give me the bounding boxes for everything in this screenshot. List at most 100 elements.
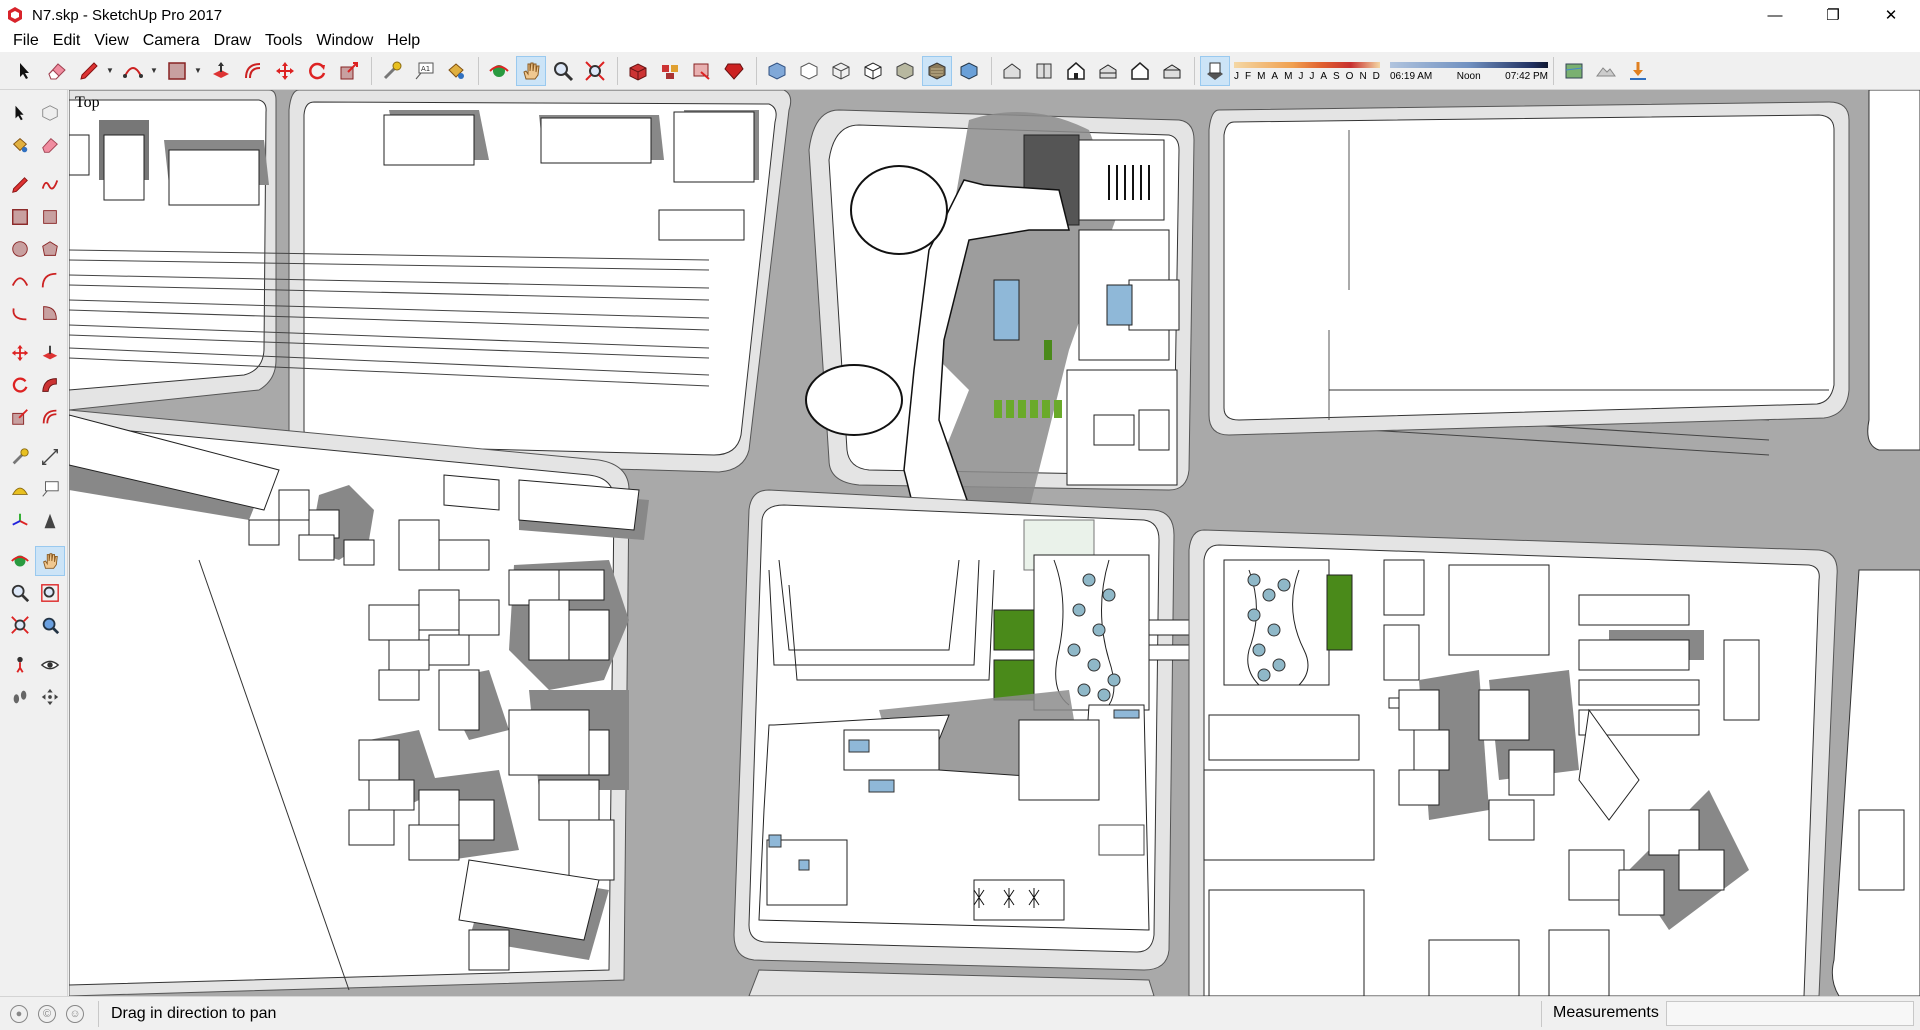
view-label: Top <box>75 94 100 111</box>
rotated-rectangle-tool[interactable] <box>35 202 65 232</box>
move-tool-button[interactable] <box>270 56 300 86</box>
arc-dropdown[interactable]: ▼ <box>150 56 158 86</box>
right-view-button[interactable] <box>1093 56 1123 86</box>
paint-bucket-tool[interactable] <box>5 130 35 160</box>
arc-tool[interactable] <box>5 266 35 296</box>
tape-measure-tool[interactable] <box>5 442 35 472</box>
3d-warehouse-button[interactable] <box>623 56 653 86</box>
menu-view[interactable]: View <box>87 30 135 52</box>
orbit-tool-button[interactable] <box>484 56 514 86</box>
maximize-button[interactable]: ❐ <box>1804 0 1862 30</box>
polygon-tool[interactable] <box>35 234 65 264</box>
zoom-tool-button[interactable] <box>548 56 578 86</box>
menu-draw[interactable]: Draw <box>207 30 258 52</box>
left-view-button[interactable] <box>1157 56 1187 86</box>
select-tool-button[interactable] <box>10 56 40 86</box>
push-pull-tool-button[interactable] <box>206 56 236 86</box>
pie-tool[interactable] <box>35 298 65 328</box>
paint-bucket-icon <box>448 62 464 79</box>
eraser-tool[interactable] <box>35 130 65 160</box>
circle-tool[interactable] <box>5 234 35 264</box>
three-point-arc-tool[interactable] <box>5 298 35 328</box>
pencil-tool-button[interactable] <box>74 56 104 86</box>
back-edges-style-button[interactable] <box>794 56 824 86</box>
select-tool[interactable] <box>5 98 35 128</box>
eraser-tool-button[interactable] <box>42 56 72 86</box>
back-house-icon <box>1131 61 1149 80</box>
scale-tool[interactable] <box>5 402 35 432</box>
two-point-arc-tool[interactable] <box>35 266 65 296</box>
rotate-tool-button[interactable] <box>302 56 332 86</box>
front-view-button[interactable] <box>1061 56 1091 86</box>
back-view-button[interactable] <box>1125 56 1155 86</box>
menu-camera[interactable]: Camera <box>136 30 207 52</box>
zoom-tool[interactable] <box>5 578 35 608</box>
offset-tool-button[interactable] <box>238 56 268 86</box>
push-pull-tool[interactable] <box>35 338 65 368</box>
rectangle-tool[interactable] <box>5 202 35 232</box>
zoom-extents-tool[interactable] <box>5 610 35 640</box>
wireframe-style-button[interactable] <box>826 56 856 86</box>
arc-icon <box>123 66 143 78</box>
geo-location-icon[interactable]: ● <box>10 1004 28 1023</box>
monochrome-style-button[interactable] <box>954 56 984 86</box>
position-camera-tool[interactable] <box>5 650 35 680</box>
protractor-tool[interactable] <box>5 474 35 504</box>
follow-me-tool[interactable] <box>35 370 65 400</box>
zoom-window-tool[interactable] <box>35 578 65 608</box>
close-button[interactable]: ✕ <box>1862 0 1920 30</box>
paint-bucket-tool-button[interactable] <box>441 56 471 86</box>
offset-tool[interactable] <box>35 402 65 432</box>
add-location-button[interactable] <box>1559 56 1589 86</box>
pencil-dropdown[interactable]: ▼ <box>106 56 114 86</box>
look-around-tool[interactable] <box>35 650 65 680</box>
top-view-button[interactable] <box>1029 56 1059 86</box>
pan-tool-button[interactable] <box>516 55 546 86</box>
walk-tool[interactable] <box>5 682 35 712</box>
iso-view-button[interactable] <box>997 56 1027 86</box>
tape-measure-tool-button[interactable] <box>377 56 407 86</box>
section-plane-tool[interactable] <box>35 682 65 712</box>
3d-text-tool[interactable] <box>35 506 65 536</box>
menu-help[interactable]: Help <box>380 30 427 52</box>
measurements-input[interactable] <box>1666 1001 1914 1026</box>
extension-warehouse-button[interactable] <box>719 56 749 86</box>
menu-window[interactable]: Window <box>309 30 380 52</box>
previous-view-tool[interactable] <box>35 610 65 640</box>
text-tool[interactable] <box>35 474 65 504</box>
shape-dropdown[interactable]: ▼ <box>194 56 202 86</box>
move-tool[interactable] <box>5 338 35 368</box>
dimension-tool[interactable] <box>35 442 65 472</box>
rectangle-tool-button[interactable] <box>162 56 192 86</box>
text-tool-button[interactable]: A1 <box>409 56 439 86</box>
share-model-button[interactable] <box>687 56 717 86</box>
user-account-icon[interactable]: ☺ <box>66 1004 84 1023</box>
components-button[interactable] <box>655 56 685 86</box>
rotate-tool[interactable] <box>5 370 35 400</box>
xray-style-button[interactable] <box>762 56 792 86</box>
two-point-arc-icon <box>41 272 57 288</box>
hidden-line-style-button[interactable] <box>858 56 888 86</box>
menu-file[interactable]: File <box>6 30 46 52</box>
shaded-textures-style-button[interactable] <box>922 55 952 86</box>
toggle-terrain-button[interactable] <box>1591 56 1621 86</box>
line-tool[interactable] <box>5 170 35 200</box>
arc-tool-button[interactable] <box>118 56 148 86</box>
month-slider[interactable]: J F M A M J J A S O N D <box>1232 56 1382 86</box>
axes-tool[interactable] <box>5 506 35 536</box>
zoom-extents-tool-button[interactable] <box>580 56 610 86</box>
freehand-tool[interactable] <box>35 170 65 200</box>
shadows-toggle-button[interactable] <box>1200 55 1230 86</box>
drawing-area[interactable]: Top <box>69 90 1920 996</box>
time-slider[interactable]: 06:19 AM Noon 07:42 PM <box>1390 56 1548 86</box>
menu-edit[interactable]: Edit <box>46 30 88 52</box>
scale-tool-button[interactable] <box>334 56 364 86</box>
shaded-style-button[interactable] <box>890 56 920 86</box>
menu-tools[interactable]: Tools <box>258 30 309 52</box>
credits-icon[interactable]: © <box>38 1004 56 1023</box>
make-component-tool[interactable] <box>35 98 65 128</box>
minimize-button[interactable]: — <box>1746 0 1804 30</box>
orbit-tool[interactable] <box>5 546 35 576</box>
pan-tool[interactable] <box>35 546 65 576</box>
photo-textures-button[interactable] <box>1623 56 1653 86</box>
